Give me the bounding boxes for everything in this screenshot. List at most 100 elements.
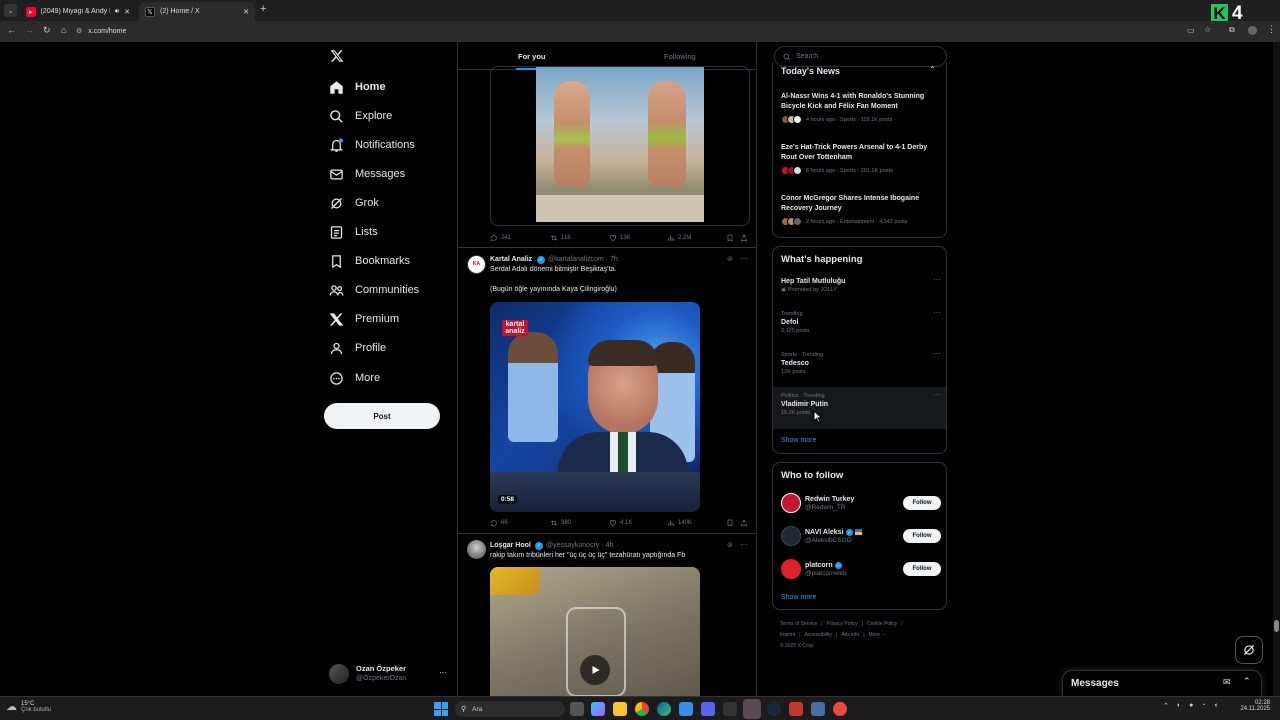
speaker-icon[interactable]: 🔊︎ <box>115 8 119 16</box>
repost-button[interactable]: 118 <box>550 234 571 242</box>
like-button[interactable]: 4.1K <box>609 519 632 527</box>
follow-button[interactable]: Follow <box>903 529 941 543</box>
tweet[interactable]: KA Kartal Analiz ✓ @kartalanalizcom · 7h… <box>458 248 756 534</box>
obs-active-icon[interactable] <box>743 699 761 719</box>
follow-suggestion[interactable]: platcorn ✓ @platcornweb Follow <box>781 556 941 582</box>
more-icon[interactable]: ··· <box>740 540 748 549</box>
collapse-icon[interactable]: ⌃ <box>929 65 936 74</box>
taskbar-search[interactable]: ⚲ Ara <box>455 701 565 717</box>
tab-list-button[interactable]: ⌄ <box>4 4 17 17</box>
tweet-media-video[interactable]: kartal analiz 0:58 <box>490 302 700 512</box>
author-name[interactable]: Loşgar Hool <box>490 542 531 549</box>
views-button[interactable]: 2.2M <box>667 234 691 242</box>
reply-button[interactable]: 66 <box>490 519 508 527</box>
expand-icon[interactable]: ⌃ <box>1243 676 1251 687</box>
steam-icon[interactable] <box>767 702 781 716</box>
author-name[interactable]: Kartal Analiz <box>490 256 532 263</box>
more-icon[interactable]: ··· <box>439 668 447 677</box>
cast-icon[interactable]: ▭ <box>1187 26 1195 35</box>
network-icon[interactable]: ◐ <box>1177 702 1181 710</box>
more-icon[interactable]: ··· <box>933 349 941 358</box>
clock[interactable]: 02:28 24.11.2025 <box>1236 700 1270 712</box>
news-item[interactable]: Al-Nassr Wins 4-1 with Ronaldo's Stunnin… <box>781 92 941 124</box>
tweet-media-video[interactable] <box>490 567 700 696</box>
post-button[interactable]: Post <box>324 403 440 429</box>
sidebar-item-premium[interactable]: Premium <box>329 307 399 331</box>
show-more-link[interactable]: Show more <box>781 594 816 601</box>
footer-link[interactable]: Cookie Policy <box>867 621 897 627</box>
account-switcher[interactable]: Ozan Özpeker @OzpekerOzan ··· <box>329 662 449 688</box>
follow-button[interactable]: Follow <box>903 562 941 576</box>
start-button[interactable] <box>434 702 448 716</box>
grok-floating-button[interactable] <box>1235 636 1263 664</box>
more-icon[interactable]: ··· <box>933 308 941 317</box>
site-info-icon[interactable]: ⚙ <box>76 27 82 35</box>
sidebar-item-bookmarks[interactable]: Bookmarks <box>329 249 410 273</box>
more-icon[interactable]: ··· <box>933 390 941 399</box>
follow-suggestion[interactable]: NAVI Aleksi ✓ @AleksibCSGO Follow <box>781 523 941 549</box>
more-icon[interactable]: ··· <box>933 275 941 284</box>
store-icon[interactable] <box>679 702 693 716</box>
app-icon[interactable] <box>833 702 847 716</box>
like-button[interactable]: 13K <box>609 234 631 242</box>
sidebar-item-home[interactable]: Home <box>329 75 386 99</box>
avatar[interactable] <box>467 540 486 559</box>
tweet[interactable]: Loşgar Hool ✓ @yessaykonocry · 4h ⊘ ··· … <box>458 534 756 696</box>
sidebar-item-lists[interactable]: Lists <box>329 220 378 244</box>
file-explorer-icon[interactable] <box>613 702 627 716</box>
trend-item[interactable]: Trending Defol 2,125 posts ··· <box>781 308 941 334</box>
sidebar-item-explore[interactable]: Explore <box>329 104 392 128</box>
app-icon[interactable] <box>811 702 825 716</box>
x-logo-icon[interactable] <box>330 49 344 63</box>
discord-icon[interactable] <box>701 702 715 716</box>
profile-icon[interactable] <box>1248 26 1257 35</box>
share-button[interactable] <box>740 519 748 527</box>
messages-drawer[interactable]: Messages ✉ ⌃ <box>1062 670 1262 696</box>
news-item[interactable]: Eze's Hat-Trick Powers Arsenal to 4-1 De… <box>781 143 941 175</box>
news-item[interactable]: Conor McGregor Shares Intense Ibogaine R… <box>781 194 941 226</box>
close-icon[interactable]: ✕ <box>243 8 249 16</box>
weather-widget[interactable]: ☁ 15°C Çok bulutlu <box>6 700 51 714</box>
star-icon[interactable]: ☆ <box>1204 25 1211 34</box>
more-icon[interactable]: ··· <box>740 254 748 263</box>
trend-item[interactable]: Politics · Trending Vladimir Putin 15.2K… <box>781 390 941 416</box>
extensions-icon[interactable]: ⧉ <box>1229 25 1235 35</box>
home-icon[interactable]: ⌂ <box>61 25 66 35</box>
shield-icon[interactable] <box>789 702 803 716</box>
new-tab-button[interactable]: + <box>260 3 266 15</box>
grok-icon[interactable]: ⊘ <box>727 541 733 549</box>
show-more-link[interactable]: Show more <box>781 437 816 444</box>
url-field[interactable]: ⚙ x.com/home <box>76 23 1176 39</box>
back-icon[interactable]: ← <box>7 25 16 35</box>
repost-button[interactable]: 380 <box>550 519 571 527</box>
sidebar-item-more[interactable]: More <box>329 366 380 390</box>
reply-button[interactable]: 241 <box>490 234 511 242</box>
task-view-icon[interactable] <box>570 702 584 716</box>
footer-link[interactable]: Imprint <box>780 632 795 638</box>
share-button[interactable] <box>740 234 748 242</box>
sidebar-item-communities[interactable]: Communities <box>329 278 419 302</box>
close-icon[interactable]: ✕ <box>124 8 130 16</box>
trend-item[interactable]: Sports · Trending Tedesco 12K posts ··· <box>781 349 941 375</box>
sidebar-item-profile[interactable]: Profile <box>329 336 386 360</box>
tweet-time[interactable]: · 4h <box>601 542 613 549</box>
footer-link[interactable]: Accessibility <box>805 632 832 638</box>
avatar[interactable]: KA <box>467 255 486 274</box>
sidebar-item-notifications[interactable]: Notifications <box>329 133 415 157</box>
new-message-icon[interactable]: ✉ <box>1223 677 1231 688</box>
sidebar-item-grok[interactable]: Grok <box>329 191 379 215</box>
reload-icon[interactable]: ↻ <box>43 25 51 36</box>
footer-link[interactable]: Ads info <box>841 632 859 638</box>
footer-link[interactable]: Terms of Service <box>780 621 817 627</box>
grok-icon[interactable]: ⊘ <box>727 255 733 263</box>
footer-link[interactable]: Privacy Policy <box>827 621 858 627</box>
menu-icon[interactable]: ⋮ <box>1267 24 1276 35</box>
app-icon[interactable] <box>723 702 737 716</box>
bookmark-button[interactable] <box>726 234 734 242</box>
copilot-icon[interactable] <box>591 702 605 716</box>
mic-icon[interactable]: ● <box>1189 702 1193 710</box>
forward-icon[interactable]: → <box>25 25 34 35</box>
author-handle[interactable]: @kartalanalizcom <box>548 256 604 263</box>
browser-tab-youtube[interactable]: ▸ (2049) Miyagi & Andy Pana 🔊︎ ✕ <box>20 2 136 21</box>
system-tray[interactable]: ⌃ ◐ ● ◔ ◖ <box>1163 702 1218 710</box>
